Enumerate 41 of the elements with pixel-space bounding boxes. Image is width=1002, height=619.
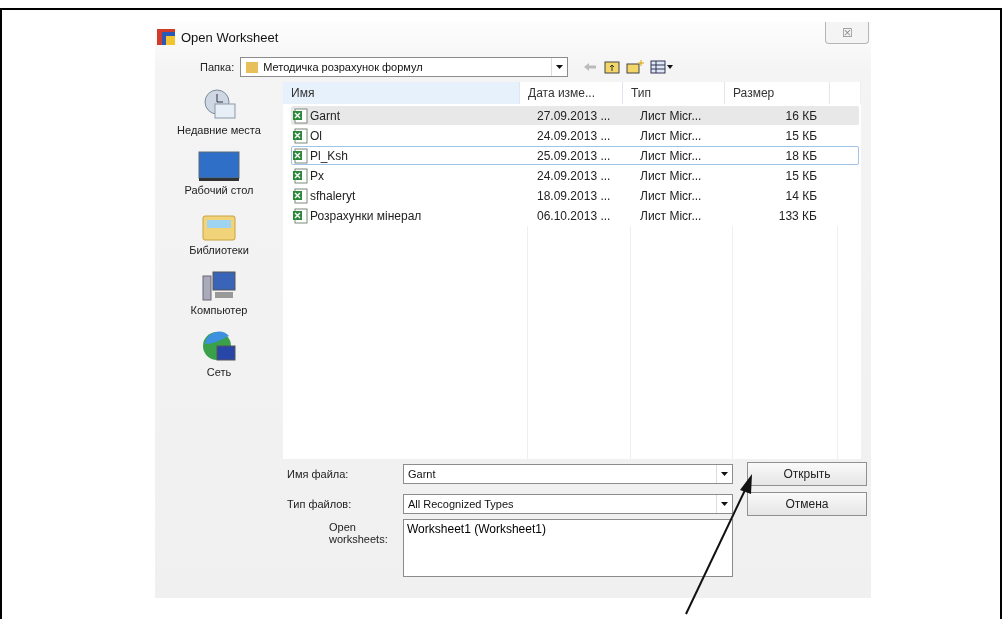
spreadsheet-icon [292,107,308,124]
file-row[interactable]: Ol 24.09.2013 ... Лист Micr... 15 КБ [291,126,859,145]
desktop-icon [197,150,241,182]
open-worksheets-label: Open worksheets: [328,520,389,545]
app-icon [157,29,175,45]
file-row[interactable]: Pl_Ksh 25.09.2013 ... Лист Micr... 18 КБ [291,146,859,165]
spreadsheet-icon [292,207,308,224]
dropdown-arrow-icon [556,65,564,69]
spreadsheet-icon [292,187,308,204]
folder-icon [245,60,260,74]
file-row[interactable]: Px 24.09.2013 ... Лист Micr... 15 КБ [291,166,859,185]
file-row[interactable]: Garnt 27.09.2013 ... Лист Micr... 16 КБ [291,106,859,125]
cancel-button[interactable]: Отмена [747,492,867,516]
spreadsheet-icon [292,167,308,184]
file-type-label: Тип файлов: [286,498,353,510]
file-name-label: Имя файла: [286,468,350,480]
worksheets-list[interactable]: Worksheet1 (Worksheet1) [403,519,733,577]
new-folder-icon[interactable] [626,60,645,74]
open-button[interactable]: Открыть [747,462,867,486]
window-title: Open Worksheet [181,29,280,45]
sidebar-item[interactable]: Библиотеки [164,210,274,256]
dropdown-arrow-icon [721,502,728,506]
sidebar-item[interactable]: Компьютер [164,270,274,316]
view-menu-icon[interactable] [650,60,675,74]
spreadsheet-icon [292,127,308,144]
dropdown-arrow-icon [721,472,728,476]
file-name-field[interactable]: Garnt [403,464,733,484]
file-type-dropdown[interactable]: All Recognized Types [403,494,733,514]
sidebar-item[interactable]: Недавние места [164,88,274,136]
computer-icon [201,270,237,302]
file-row[interactable]: sfhaleryt 18.09.2013 ... Лист Micr... 14 КБ [291,186,859,205]
file-row[interactable]: Розрахунки мінерал 06.10.2013 ... Лист Micr... 133 КБ [291,206,859,225]
recent-places-icon [201,88,237,122]
column-header[interactable]: Имя [283,82,520,104]
up-folder-icon[interactable] [604,60,621,74]
sidebar-item[interactable]: Сеть [164,330,274,378]
network-globe-icon [201,330,237,364]
folder-label: Папка: [200,61,235,73]
spreadsheet-icon [292,147,308,164]
sidebar-item[interactable]: Рабочий стол [164,150,274,196]
folder-dropdown[interactable]: Методичка розрахунок формул [240,57,569,77]
